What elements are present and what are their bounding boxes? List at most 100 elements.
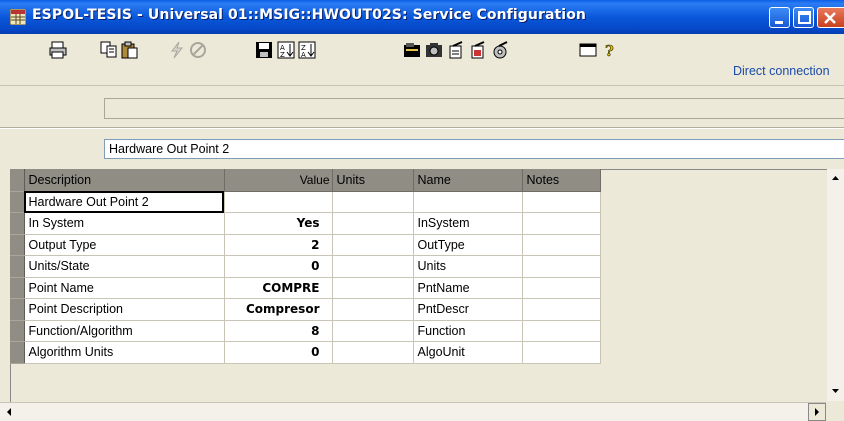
cell-notes[interactable]	[522, 234, 601, 256]
connection-status: Direct connection	[733, 64, 830, 78]
cell-value[interactable]	[224, 191, 333, 213]
cell-description[interactable]: Algorithm Units	[24, 341, 225, 364]
cell-units[interactable]	[332, 320, 414, 342]
grid-app-icon	[10, 9, 26, 25]
cell-units[interactable]	[332, 212, 414, 235]
row-header-corner	[10, 169, 25, 192]
cell-value[interactable]: 0	[224, 255, 333, 278]
cell-name[interactable]: PntDescr	[413, 298, 523, 321]
cell-notes[interactable]	[522, 298, 601, 321]
table-row[interactable]: Function/Algorithm 8 Function	[10, 320, 601, 342]
cell-value[interactable]: Compresor	[224, 298, 333, 321]
cell-name[interactable]	[413, 191, 523, 213]
scroll-down-icon[interactable]	[827, 383, 844, 400]
sort-desc-icon[interactable]: Z A	[298, 41, 316, 59]
cell-value[interactable]: COMPRE	[224, 277, 333, 299]
cell-notes[interactable]	[522, 191, 601, 213]
cell-name[interactable]: AlgoUnit	[413, 341, 523, 364]
cell-name[interactable]: Units	[413, 255, 523, 278]
cell-value[interactable]: 8	[224, 320, 333, 342]
header-row: Description Value Units Name Notes	[10, 169, 601, 192]
title-bar[interactable]: ESPOL-TESIS - Universal 01::MSIG::HWOUT0…	[0, 0, 844, 34]
scroll-right-icon[interactable]	[808, 403, 826, 421]
window-title: ESPOL-TESIS - Universal 01::MSIG::HWOUT0…	[32, 7, 586, 23]
minimize-icon[interactable]	[769, 7, 790, 28]
doc-arrow2-icon[interactable]	[469, 41, 487, 59]
table-row[interactable]: Algorithm Units 0 AlgoUnit	[10, 341, 601, 364]
col-header-notes[interactable]: Notes	[522, 169, 601, 192]
cell-description[interactable]: Function/Algorithm	[24, 320, 225, 342]
cell-description[interactable]: Hardware Out Point 2	[24, 191, 225, 213]
address-field[interactable]	[104, 98, 844, 119]
cell-description[interactable]: Output Type	[24, 234, 225, 256]
lightning-icon[interactable]	[168, 41, 186, 59]
cell-units[interactable]	[332, 255, 414, 278]
maximize-icon[interactable]	[793, 7, 814, 28]
svg-text:Z: Z	[280, 51, 285, 59]
service-config-grid: Description Value Units Name Notes Hardw…	[10, 169, 601, 364]
svg-text:?: ?	[605, 42, 614, 59]
table-row[interactable]: Hardware Out Point 2	[10, 191, 601, 213]
cell-value[interactable]: 2	[224, 234, 333, 256]
table-row[interactable]: In System Yes InSystem	[10, 212, 601, 235]
cell-units[interactable]	[332, 298, 414, 321]
row-header	[10, 255, 25, 278]
cell-notes[interactable]	[522, 277, 601, 299]
cell-units[interactable]	[332, 191, 414, 213]
row-header	[10, 234, 25, 256]
col-header-description[interactable]: Description	[24, 169, 225, 192]
col-header-value[interactable]: Value	[224, 169, 333, 192]
help-icon[interactable]: ?	[600, 41, 618, 59]
cell-name[interactable]: Function	[413, 320, 523, 342]
cell-name[interactable]: InSystem	[413, 212, 523, 235]
table-row[interactable]: Output Type 2 OutType	[10, 234, 601, 256]
scroll-up-icon[interactable]	[827, 169, 844, 186]
save-icon[interactable]	[255, 41, 273, 59]
point-name-field[interactable]: Hardware Out Point 2	[104, 139, 844, 159]
table-row[interactable]: Units/State 0 Units	[10, 255, 601, 278]
no-icon[interactable]	[189, 41, 207, 59]
cell-value[interactable]: 0	[224, 341, 333, 364]
row-header	[10, 277, 25, 299]
cell-notes[interactable]	[522, 320, 601, 342]
row-header	[10, 212, 25, 235]
cell-value[interactable]: Yes	[224, 212, 333, 235]
col-header-name[interactable]: Name	[413, 169, 523, 192]
sort-asc-icon[interactable]: A Z	[277, 41, 295, 59]
table-row[interactable]: Point Description Compresor PntDescr	[10, 298, 601, 321]
horizontal-scrollbar[interactable]	[0, 402, 826, 421]
cell-notes[interactable]	[522, 212, 601, 235]
divider	[0, 127, 844, 129]
cell-units[interactable]	[332, 341, 414, 364]
folder-icon[interactable]	[403, 41, 421, 59]
disk-arrow-icon[interactable]	[491, 41, 509, 59]
cell-notes[interactable]	[522, 255, 601, 278]
svg-text:A: A	[301, 51, 306, 59]
row-header	[10, 341, 25, 364]
camera-icon[interactable]	[425, 41, 443, 59]
cell-description[interactable]: In System	[24, 212, 225, 235]
cell-units[interactable]	[332, 234, 414, 256]
vertical-scrollbar[interactable]	[827, 169, 844, 401]
scroll-left-icon[interactable]	[0, 403, 18, 421]
cell-description[interactable]: Point Name	[24, 277, 225, 299]
cell-name[interactable]: OutType	[413, 234, 523, 256]
paste-icon[interactable]	[121, 41, 139, 59]
row-header	[10, 298, 25, 321]
copy-icon[interactable]	[100, 41, 118, 59]
col-header-units[interactable]: Units	[332, 169, 414, 192]
doc-arrow-icon[interactable]	[447, 41, 465, 59]
cell-name[interactable]: PntName	[413, 277, 523, 299]
row-header	[10, 320, 25, 342]
scrollbar-corner	[827, 401, 844, 421]
cell-notes[interactable]	[522, 341, 601, 364]
close-icon[interactable]	[817, 7, 844, 28]
cell-units[interactable]	[332, 277, 414, 299]
cell-description[interactable]: Point Description	[24, 298, 225, 321]
print-icon[interactable]	[49, 41, 67, 59]
cell-description[interactable]: Units/State	[24, 255, 225, 278]
window-icon[interactable]	[579, 41, 597, 59]
toolbar: A Z Z A ?	[0, 34, 844, 86]
table-row[interactable]: Point Name COMPRE PntName	[10, 277, 601, 299]
row-header	[10, 191, 25, 213]
